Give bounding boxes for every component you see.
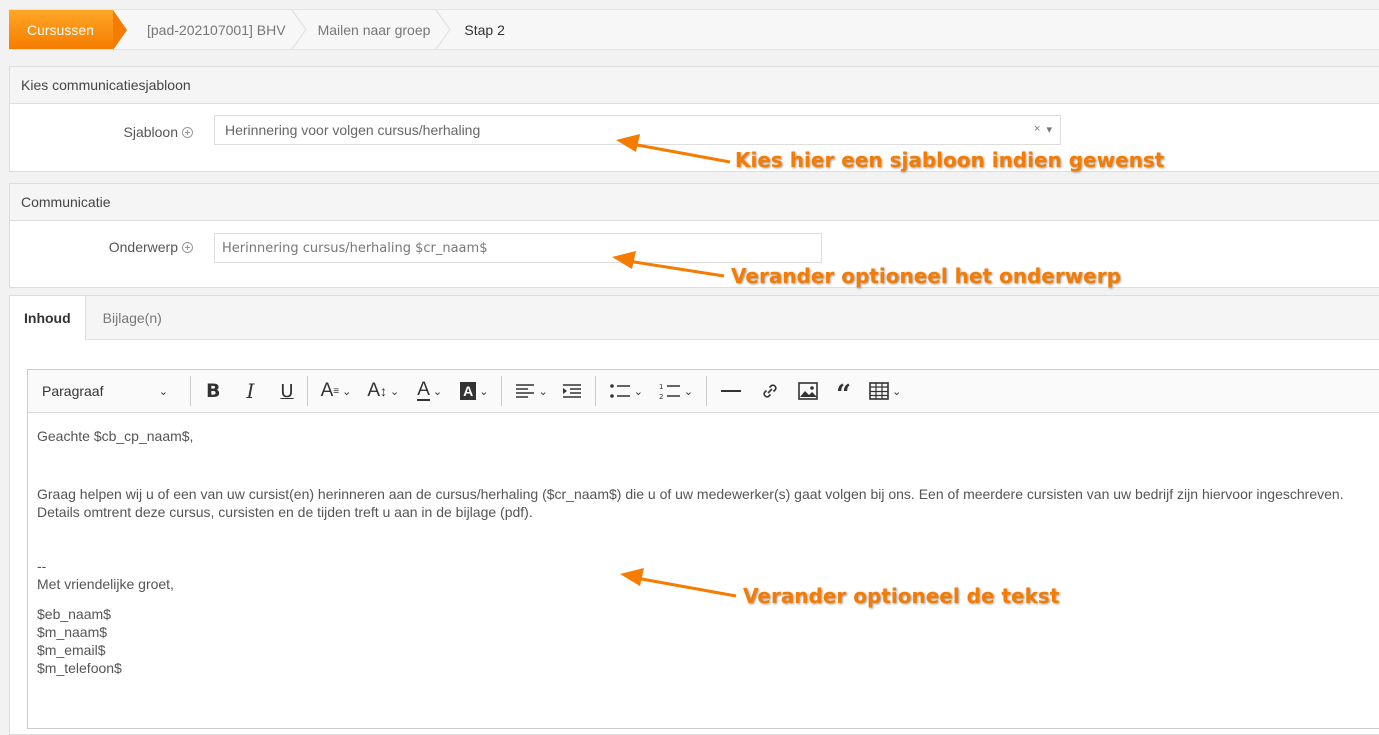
signature-line: $m_email$ — [37, 642, 106, 658]
greeting-text: Geachte $cb_cp_naam$, — [37, 428, 194, 444]
breadcrumb-item-cursussen[interactable]: Cursussen — [9, 10, 127, 50]
breadcrumb-label: Cursussen — [27, 21, 94, 38]
svg-text:1: 1 — [659, 383, 663, 391]
tab-bar: Inhoud Bijlage(n) — [10, 296, 1379, 340]
breadcrumb-label: [pad-202107001] BHV — [147, 21, 286, 38]
svg-text:2: 2 — [659, 393, 663, 400]
quote-icon[interactable]: “ — [831, 372, 856, 410]
content-panel: Inhoud Bijlage(n) Paragraaf ⌄ B I U A ≡ ⌄ … — [9, 295, 1379, 735]
link-icon[interactable] — [755, 376, 785, 406]
annotation-arrow-icon — [620, 568, 737, 598]
template-label: Sjabloon — [124, 124, 193, 140]
align-left-icon[interactable]: ⌄ — [510, 376, 552, 406]
bulleted-list-icon[interactable]: ⌄ — [604, 376, 648, 406]
chevron-separator-icon — [436, 10, 452, 49]
clear-icon[interactable]: × — [1034, 123, 1040, 136]
rich-text-editor: Paragraaf ⌄ B I U A ≡ ⌄ A ↕ ⌄ A ⌄ A ⌄ ⌄ ⌄ — [27, 369, 1379, 729]
font-size-icon[interactable]: A ↕ ⌄ — [362, 376, 404, 406]
horizontal-line-icon[interactable] — [715, 376, 747, 406]
font-color-icon[interactable]: A ⌄ — [412, 376, 447, 406]
breadcrumb-item-course[interactable]: [pad-202107001] BHV — [113, 10, 308, 49]
breadcrumb: Cursussen [pad-202107001] BHV Mailen naa… — [9, 9, 1379, 50]
annotation-template: Kies hier een sjabloon indien gewenst — [735, 148, 1165, 172]
signature-line: $m_telefoon$ — [37, 660, 122, 676]
breadcrumb-item-mail-group[interactable]: Mailen naar groep — [308, 10, 453, 49]
font-family-icon[interactable]: A ≡ ⌄ — [316, 376, 357, 406]
plus-circle-icon[interactable] — [182, 126, 193, 138]
plus-circle-icon[interactable] — [182, 241, 193, 253]
paragraph-format-select[interactable]: Paragraaf ⌄ — [28, 383, 182, 399]
background-color-icon[interactable]: A ⌄ — [455, 376, 493, 406]
panel-title: Kies communicatiesjabloon — [10, 67, 1379, 104]
tab-bijlagen[interactable]: Bijlage(n) — [86, 296, 179, 339]
tab-inhoud[interactable]: Inhoud — [10, 296, 86, 340]
signature-line: $eb_naam$ — [37, 606, 111, 622]
annotation-arrow-icon — [612, 251, 725, 278]
italic-icon[interactable]: I — [241, 376, 259, 406]
annotation-arrow-icon — [616, 134, 731, 164]
body-line-2: Details omtrent deze cursus, cursisten e… — [37, 504, 533, 520]
table-icon[interactable]: ⌄ — [864, 376, 906, 406]
breadcrumb-item-step: Stap 2 — [452, 10, 504, 49]
image-icon[interactable] — [793, 376, 823, 406]
bold-icon[interactable]: B — [201, 376, 225, 406]
chevron-down-icon[interactable]: ▾ — [1046, 123, 1052, 136]
editor-content[interactable]: Geachte $cb_cp_naam$, Graag helpen wij u… — [28, 413, 1379, 691]
subject-label: Onderwerp — [109, 239, 193, 255]
body-line-1: Graag helpen wij u of een van uw cursist… — [37, 486, 1344, 502]
breadcrumb-label: Mailen naar groep — [317, 21, 431, 38]
annotation-text: Verander optioneel de tekst — [743, 584, 1060, 608]
panel-title: Communicatie — [10, 184, 1379, 221]
breadcrumb-label: Stap 2 — [464, 21, 505, 38]
numbered-list-icon[interactable]: 1 2 ⌄ — [654, 376, 698, 406]
underline-icon[interactable]: U — [275, 376, 298, 406]
indent-icon[interactable] — [557, 376, 587, 406]
signature-line: $m_naam$ — [37, 624, 108, 640]
editor-toolbar: Paragraaf ⌄ B I U A ≡ ⌄ A ↕ ⌄ A ⌄ A ⌄ ⌄ ⌄ — [28, 370, 1379, 413]
annotation-subject: Verander optioneel het onderwerp — [731, 264, 1121, 288]
chevron-separator-icon — [291, 10, 307, 49]
chevron-down-icon: ⌄ — [158, 385, 168, 398]
